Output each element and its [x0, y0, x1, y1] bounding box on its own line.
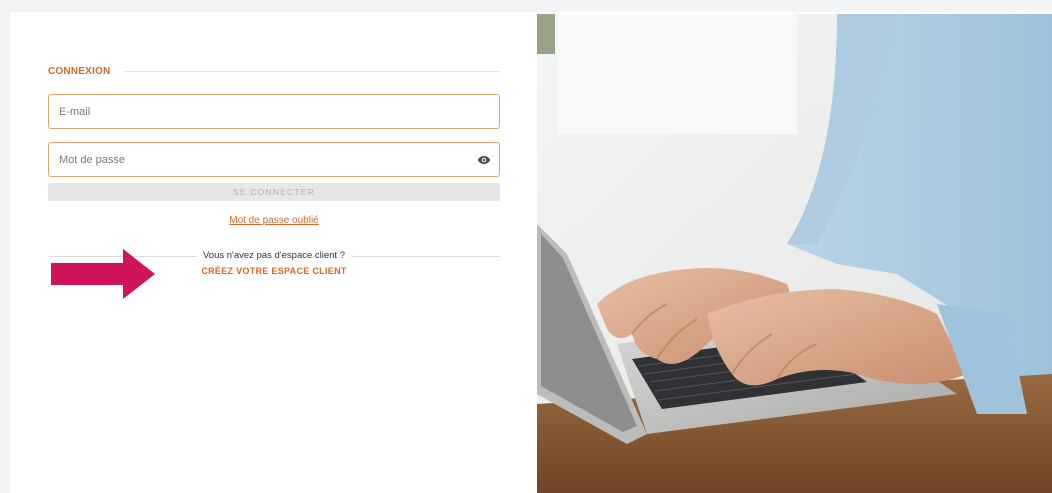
password-input[interactable]	[49, 143, 469, 176]
laptop-typing-photo	[537, 14, 1052, 493]
login-title: CONNEXION	[48, 65, 111, 77]
eye-icon[interactable]	[469, 143, 499, 176]
email-field[interactable]	[48, 94, 500, 129]
no-account-text: Vous n'avez pas d'espace client ?	[197, 250, 351, 261]
login-button[interactable]: SE CONNECTER	[48, 183, 500, 201]
forgot-password-link[interactable]: Mot de passe oublié	[48, 215, 500, 226]
login-section-header: CONNEXION	[48, 64, 500, 78]
password-field[interactable]	[48, 142, 500, 177]
email-input[interactable]	[49, 95, 499, 128]
login-panel: CONNEXION SE CONNECTER Mot de passe oubl…	[10, 12, 537, 493]
arrow-right-icon	[51, 249, 155, 299]
section-divider	[124, 70, 500, 72]
login-page: CONNEXION SE CONNECTER Mot de passe oubl…	[10, 12, 1052, 493]
